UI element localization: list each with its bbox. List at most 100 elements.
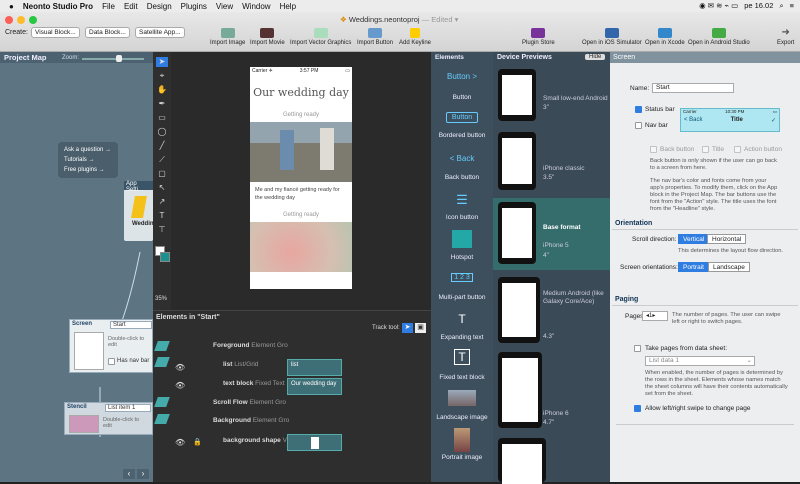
data-sheet-select[interactable]: List data 1 ⌄ <box>645 356 755 366</box>
map-prev-button[interactable]: ‹ <box>123 469 135 479</box>
rectangle-tool-icon[interactable]: ▭ <box>156 113 168 123</box>
action-button-checkbox[interactable] <box>734 146 741 153</box>
device-preview-iphone-classic[interactable] <box>498 132 536 190</box>
element-row-background-shape[interactable]: background shape Ve <box>223 437 290 444</box>
add-keyline-button[interactable]: Add Keyline <box>399 28 431 46</box>
fixed-text-icon[interactable]: T <box>431 349 493 365</box>
import-movie-button[interactable]: Import Movie <box>250 28 285 46</box>
minimize-window-button[interactable] <box>17 16 25 24</box>
palette-button-preview[interactable]: Button > <box>431 72 493 81</box>
device-preview-iphone-6[interactable] <box>498 352 542 428</box>
screen-block[interactable]: Screen Start Double-click to edit Has na… <box>69 319 153 373</box>
import-vector-button[interactable]: Import Vector Graphics <box>290 28 351 46</box>
search-icon[interactable]: ⌕ <box>779 1 783 11</box>
ellipse-tool-icon[interactable]: ◯ <box>156 127 168 137</box>
plugin-store-button[interactable]: Plugin Store <box>522 28 555 46</box>
zoom-slider[interactable] <box>82 55 144 62</box>
line-tool-icon[interactable]: ⟋ <box>156 155 168 165</box>
tutorials-link[interactable]: Tutorials → <box>64 155 112 165</box>
pages-stepper[interactable]: ◂1▸ <box>642 311 668 321</box>
text-block-preview-swatch[interactable]: Our wedding day <box>287 378 342 395</box>
device-preview-small-android[interactable] <box>498 69 536 121</box>
swipe-pages-checkbox[interactable] <box>634 405 641 412</box>
zoom-window-button[interactable] <box>29 16 37 24</box>
track-tool-frame-icon[interactable]: ▣ <box>415 323 426 333</box>
scroll-vertical-option[interactable]: Vertical <box>678 234 710 244</box>
element-row-foreground[interactable]: Foreground Element Gro <box>213 342 288 349</box>
app-settings-block[interactable]: App Setti... Weddin... <box>124 181 159 241</box>
multipart-button-preview[interactable]: 1 2 3 <box>431 273 493 282</box>
menu-edit[interactable]: Edit <box>124 2 138 11</box>
device-preview-iphone-5[interactable] <box>498 202 536 264</box>
open-xcode-button[interactable]: Open in Xcode <box>645 28 685 46</box>
menu-plugins[interactable]: Plugins <box>181 2 207 11</box>
create-visual-block-button[interactable]: Visual Block... <box>31 27 80 38</box>
expanding-text-icon[interactable]: T <box>431 312 493 326</box>
portrait-image-icon[interactable] <box>454 428 470 452</box>
import-button-button[interactable]: Import Button <box>357 28 393 46</box>
map-next-button[interactable]: › <box>137 469 149 479</box>
export-button[interactable]: ➜ Export <box>777 28 794 47</box>
phone-subtitle[interactable]: Getting ready <box>250 112 352 118</box>
apple-menu-icon[interactable]: ● <box>9 2 14 11</box>
has-nav-bar-checkbox[interactable] <box>108 358 115 365</box>
brush-tool-icon[interactable]: ╱ <box>156 141 168 151</box>
status-icons[interactable]: ◉ ✉ ≋ ⌁ ▭ <box>699 1 738 11</box>
palette-back-button-preview[interactable]: < Back <box>431 154 493 163</box>
lock-icon[interactable]: 🔒 <box>193 438 202 446</box>
rounded-rect-tool-icon[interactable]: ▢ <box>156 169 168 179</box>
phone-headline[interactable]: Our wedding day <box>250 86 352 99</box>
phone-hero-image[interactable] <box>250 122 352 182</box>
element-row-text-block[interactable]: text block Fixed Text <box>223 380 285 387</box>
device-preview-large[interactable] <box>498 438 546 484</box>
device-preview-medium-android[interactable] <box>498 277 540 343</box>
hand-tool-icon[interactable]: ✋ <box>156 85 168 95</box>
visibility-eye-icon[interactable]: 👁 <box>175 438 185 447</box>
take-pages-checkbox[interactable] <box>634 345 641 352</box>
stroke-color-swatch[interactable] <box>160 252 170 262</box>
hamburger-icon[interactable]: ☰ <box>431 192 493 208</box>
element-row-list[interactable]: list List/Grid <box>223 361 258 368</box>
close-window-button[interactable] <box>5 16 13 24</box>
status-bar-checkbox[interactable] <box>635 106 642 113</box>
orientation-landscape-option[interactable]: Landscape <box>708 262 750 272</box>
canvas-zoom-level[interactable]: 35% <box>155 296 167 302</box>
back-button-checkbox[interactable] <box>650 146 657 153</box>
pen-tool-icon[interactable]: ✒ <box>156 99 168 109</box>
eyedropper-tool-icon[interactable]: ⌖ <box>156 71 168 81</box>
open-android-studio-button[interactable]: Open in Android Studio <box>688 28 750 46</box>
select-tool-icon[interactable]: ➤ <box>156 57 168 67</box>
menu-window[interactable]: Window <box>242 2 270 11</box>
textbox-tool-icon[interactable]: ⊤ <box>156 225 168 235</box>
menu-view[interactable]: View <box>216 2 233 11</box>
import-image-button[interactable]: Import Image <box>210 28 245 46</box>
hotspot-icon[interactable] <box>452 230 472 248</box>
hide-previews-button[interactable]: Hide <box>585 54 606 60</box>
element-row-scroll-flow[interactable]: Scroll Flow Element Gro <box>213 399 286 406</box>
clock[interactable]: pe 16.02 <box>744 1 773 11</box>
visibility-eye-icon[interactable]: 👁 <box>175 363 185 372</box>
orientation-portrait-option[interactable]: Portrait <box>678 262 709 272</box>
palette-bordered-button[interactable]: Button <box>431 112 493 123</box>
nav-bar-checkbox[interactable] <box>635 122 642 129</box>
text-tool-icon[interactable]: T <box>156 211 168 221</box>
open-ios-simulator-button[interactable]: Open in iOS Simulator <box>582 28 642 46</box>
stencil-name-field[interactable]: List item 1 <box>105 404 151 412</box>
landscape-image-icon[interactable] <box>448 390 476 406</box>
screen-name-field[interactable]: Start <box>110 321 152 329</box>
pointer-tool-icon[interactable]: ↖ <box>156 183 168 193</box>
ask-question-link[interactable]: Ask a question → <box>64 145 112 155</box>
list-preview-swatch[interactable]: list <box>287 359 342 376</box>
edited-status[interactable]: — Edited ▾ <box>422 15 459 24</box>
menu-file[interactable]: File <box>102 2 115 11</box>
design-canvas[interactable]: Carrier ✈ 3:57 PM ▭ Our wedding day Gett… <box>155 52 431 310</box>
visibility-eye-icon[interactable]: 👁 <box>175 381 185 390</box>
create-data-block-button[interactable]: Data Block... <box>85 27 130 38</box>
anchor-tool-icon[interactable]: ↗ <box>156 197 168 207</box>
menu-design[interactable]: Design <box>147 2 172 11</box>
stencil-block[interactable]: Stencil List item 1 Double-click to edit <box>64 402 153 435</box>
menu-list-icon[interactable]: ≡ <box>790 1 794 11</box>
element-row-background[interactable]: Background Element Gro <box>213 417 289 424</box>
free-plugins-link[interactable]: Free plugins → <box>64 165 112 175</box>
track-tool-pointer-icon[interactable]: ➤ <box>402 323 413 333</box>
